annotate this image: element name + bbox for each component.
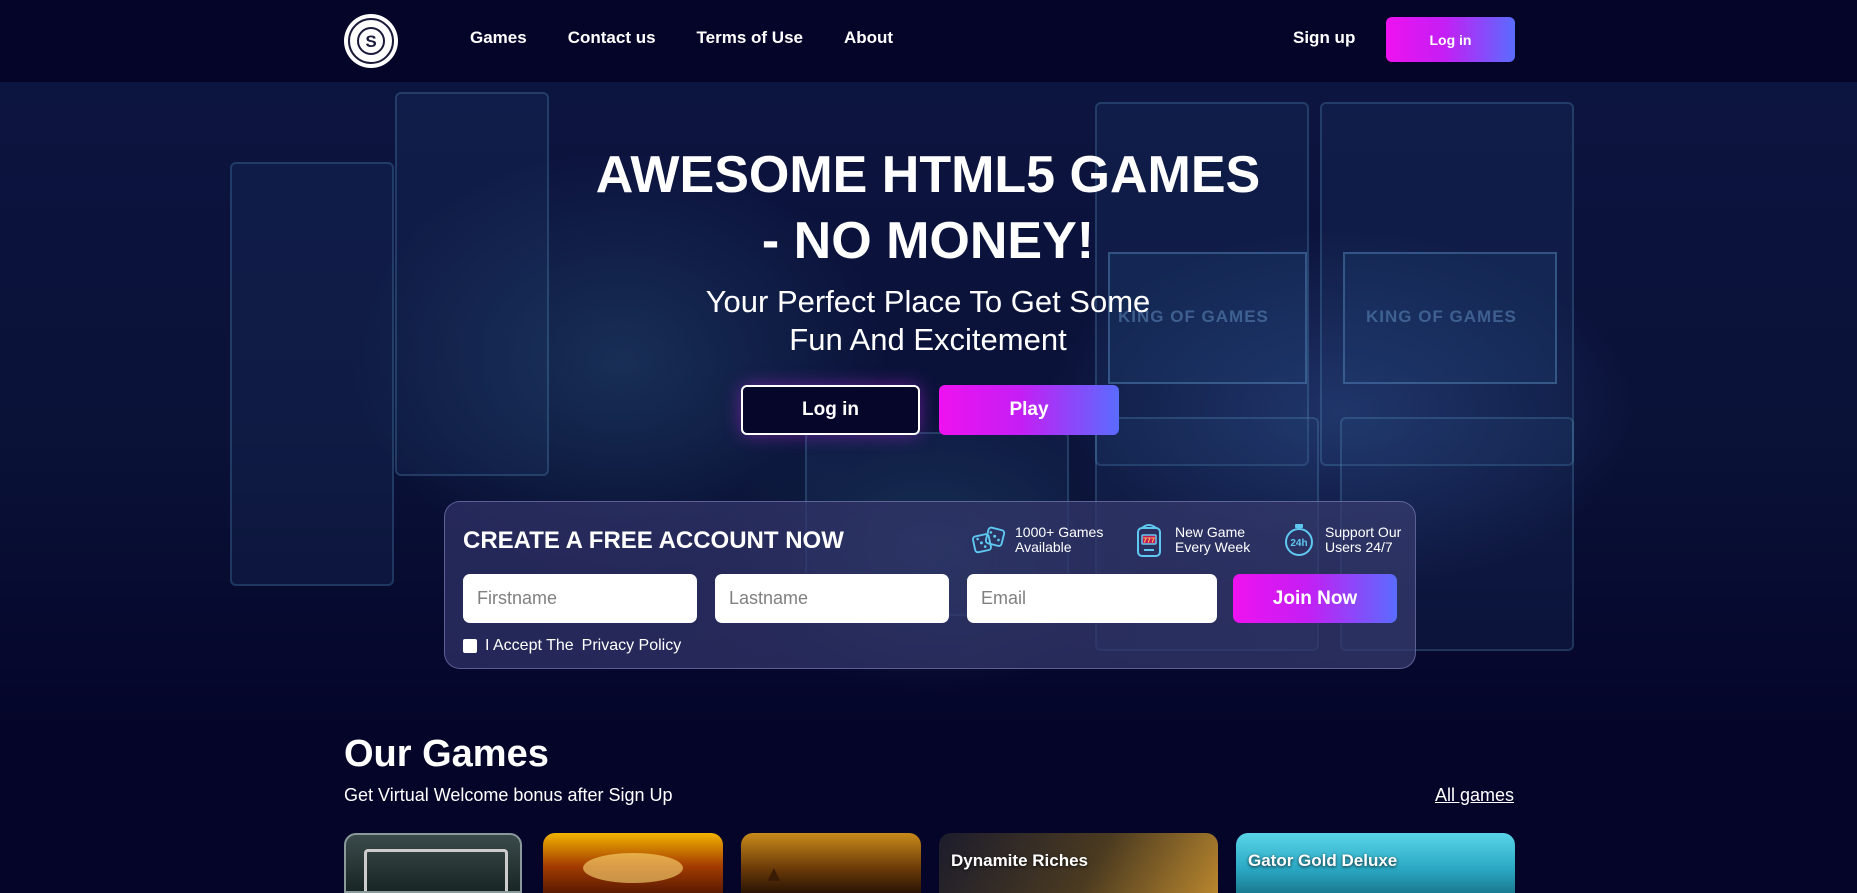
support-24h-icon: 24h [1281, 522, 1317, 558]
game-thumbnail-art: ▲ [763, 861, 787, 886]
lastname-field[interactable] [715, 574, 949, 623]
game-thumbnail-frame [364, 849, 508, 891]
feature-line: 1000+ Games [1015, 524, 1104, 540]
game-title: Gator Gold Deluxe [1248, 851, 1398, 870]
game-card[interactable]: ▲ [741, 833, 921, 893]
feature-line: Every Week [1175, 539, 1251, 555]
hero-title: AWESOME HTML5 GAMES - NO MONEY! [528, 142, 1328, 274]
logo-emblem-icon: S [348, 18, 394, 64]
svg-text:24h: 24h [1290, 538, 1307, 549]
header-login-button[interactable]: Log in [1386, 17, 1515, 62]
game-card[interactable]: Gator Gold Deluxe [1236, 833, 1515, 893]
privacy-checkbox[interactable] [463, 639, 477, 653]
nav-games[interactable]: Games [470, 28, 527, 48]
background-sign: KING OF GAMES [1366, 307, 1517, 326]
feature-text: New Game Every Week [1175, 525, 1267, 555]
hero-title-line2: - NO MONEY! [761, 212, 1095, 270]
dollar-icon: S [357, 27, 385, 55]
feature-line: Users 24/7 [1325, 539, 1393, 555]
hero-subtitle: Your Perfect Place To Get Some Fun And E… [578, 283, 1278, 359]
game-card[interactable] [344, 833, 522, 893]
firstname-field[interactable] [463, 574, 697, 623]
feature-line: New Game [1175, 524, 1246, 540]
privacy-consent: I Accept The Privacy Policy [463, 637, 681, 655]
game-thumbnail-art [583, 853, 683, 883]
games-section-title: Our Games [344, 733, 549, 775]
join-now-button[interactable]: Join Now [1233, 574, 1397, 623]
hero-play-button[interactable]: Play [939, 385, 1119, 435]
nav-about[interactable]: About [844, 28, 893, 48]
svg-text:777: 777 [1143, 538, 1155, 545]
svg-text:S: S [365, 32, 376, 51]
privacy-policy-link[interactable]: Privacy Policy [582, 637, 682, 655]
feature-games-available: 1000+ Games Available [971, 522, 1107, 558]
slot-machine-silhouette [395, 92, 549, 476]
dice-icon [971, 522, 1007, 558]
feature-text: 1000+ Games Available [1015, 525, 1107, 555]
feature-line: Available [1015, 539, 1072, 555]
feature-support: 24h Support Our Users 24/7 [1281, 522, 1417, 558]
game-title: Dynamite Riches [951, 851, 1088, 870]
signup-card-title: CREATE A FREE ACCOUNT NOW [463, 527, 844, 554]
email-field[interactable] [967, 574, 1217, 623]
hero-subtitle-line1: Your Perfect Place To Get Some [705, 284, 1151, 319]
feature-line: Support Our [1325, 524, 1402, 540]
feature-new-game: 777 New Game Every Week [1131, 522, 1267, 558]
slot-machine-silhouette [230, 162, 394, 586]
site-header: S Games Contact us Terms of Use About Si… [0, 0, 1857, 82]
nav-terms-of-use[interactable]: Terms of Use [697, 28, 803, 48]
site-logo[interactable]: S [344, 14, 398, 68]
game-card[interactable] [543, 833, 723, 893]
privacy-label: I Accept The [485, 637, 574, 654]
feature-text: Support Our Users 24/7 [1325, 525, 1417, 555]
hero-login-button[interactable]: Log in [741, 385, 920, 435]
slot-machine-icon: 777 [1131, 522, 1167, 558]
nav-contact-us[interactable]: Contact us [568, 28, 656, 48]
hero-title-line1: AWESOME HTML5 GAMES [595, 146, 1261, 204]
all-games-link[interactable]: All games [1435, 785, 1514, 806]
main-nav: Games Contact us Terms of Use About [470, 28, 893, 48]
hero-subtitle-line2: Fun And Excitement [789, 322, 1067, 357]
game-card[interactable]: Dynamite Riches [939, 833, 1218, 893]
games-section-subtitle: Get Virtual Welcome bonus after Sign Up [344, 785, 673, 805]
signup-link[interactable]: Sign up [1293, 28, 1355, 48]
signup-card: CREATE A FREE ACCOUNT NOW 1000+ Games Av… [444, 501, 1416, 669]
